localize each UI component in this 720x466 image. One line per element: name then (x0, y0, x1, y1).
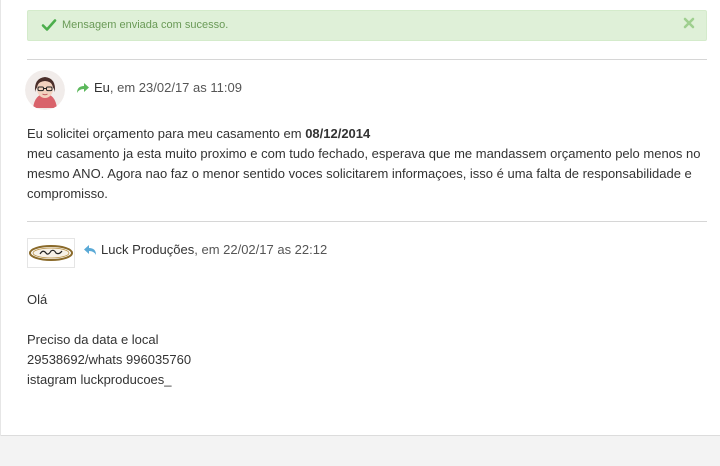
message-date: , em 22/02/17 as 22:12 (194, 242, 328, 257)
message-meta: Eu, em 23/02/17 as 11:09 (76, 80, 242, 95)
message-author[interactable]: Luck Produções (101, 242, 194, 257)
avatar (25, 70, 65, 110)
message-text: Eu solicitei orçamento para meu casament… (27, 126, 306, 141)
message-line: Eu solicitei orçamento para meu casament… (27, 124, 707, 144)
forward-arrow-icon (77, 83, 89, 93)
message-line: compromisso. (27, 186, 108, 201)
message-line: 29538692/whats 996035760 (27, 352, 192, 367)
reply-arrow-icon (84, 245, 96, 255)
message-meta: Luck Produções, em 22/02/17 as 22:12 (83, 242, 327, 257)
divider (27, 59, 707, 60)
message-line: mesmo ANO. Agora nao faz o menor sentido… (27, 166, 692, 181)
company-logo (27, 238, 75, 268)
logo-icon (29, 245, 73, 261)
panel-border (0, 0, 1, 436)
close-icon[interactable] (682, 16, 696, 30)
message-body: Preciso da data e local 29538692/whats 9… (27, 330, 707, 390)
message-date-highlight: 08/12/2014 (305, 126, 371, 141)
message-line: istagram luckproducoes_ (27, 372, 172, 387)
success-alert: Mensagem enviada com sucesso. (27, 10, 707, 41)
check-icon (41, 19, 57, 31)
messages-panel: Mensagem enviada com sucesso. Eu, em 23/… (0, 0, 720, 436)
message-author[interactable]: Eu (94, 80, 110, 95)
divider (27, 221, 707, 222)
message-line: meu casamento ja esta muito proximo e co… (27, 146, 701, 161)
message-date: , em 23/02/17 as 11:09 (109, 80, 242, 95)
message-greeting: Olá (27, 292, 48, 307)
message-body: Eu solicitei orçamento para meu casament… (27, 124, 707, 204)
message-line: Preciso da data e local (27, 332, 159, 347)
message-body: Olá (27, 290, 707, 310)
avatar-illustration (25, 70, 65, 110)
alert-message: Mensagem enviada com sucesso. (62, 19, 229, 31)
